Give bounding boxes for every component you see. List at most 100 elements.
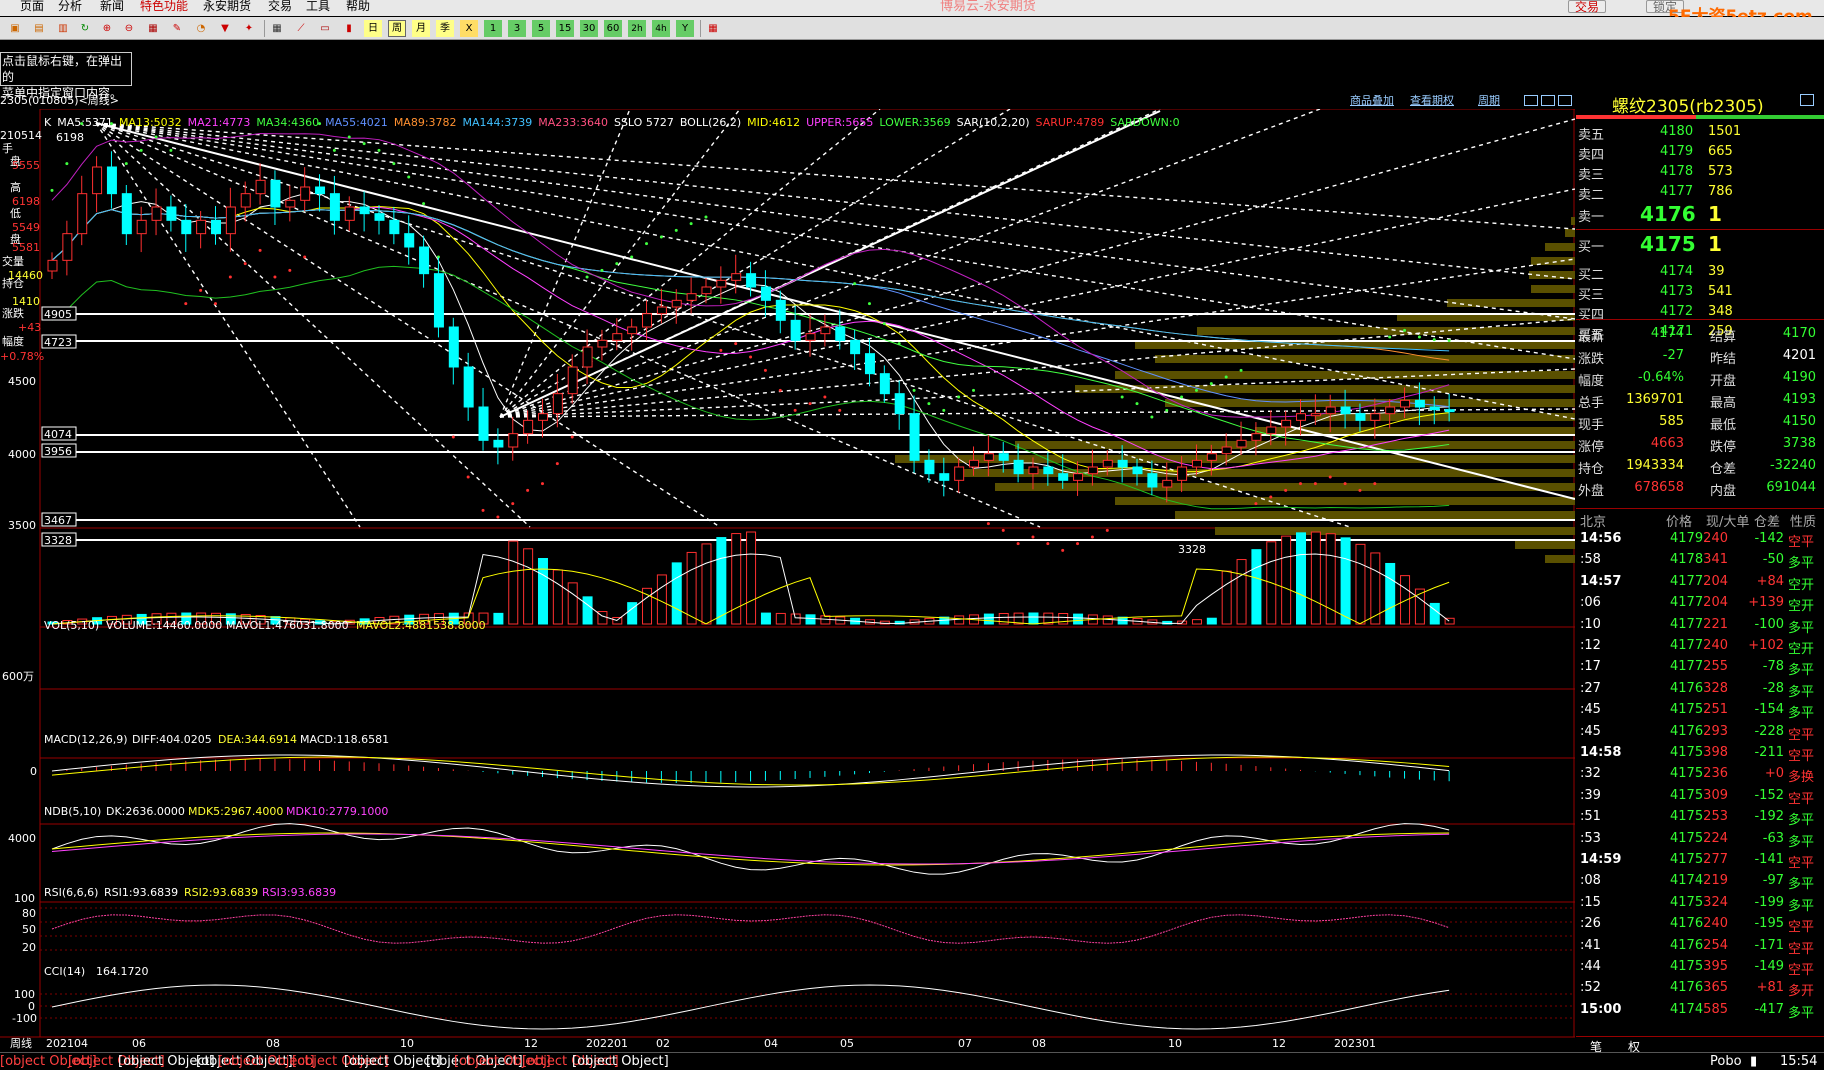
- line-icon[interactable]: ⟋: [292, 20, 310, 37]
- filter-icon[interactable]: ▼: [216, 20, 234, 37]
- candle-icon[interactable]: ▮: [340, 20, 358, 37]
- trade-row: :45 4176 293 -228 空平: [1576, 721, 1824, 743]
- ma-legend-item: MA144:3739: [463, 116, 533, 129]
- new-icon[interactable]: ✦: [240, 20, 258, 37]
- period-icon[interactable]: ▭: [316, 20, 334, 37]
- candle-body: [998, 453, 1009, 461]
- trade-price: 4174: [1670, 873, 1704, 889]
- sar-dot: [139, 148, 143, 152]
- ask-row: 卖五 4180 1501: [1576, 122, 1824, 143]
- calendar-icon[interactable]: ▦: [704, 20, 722, 37]
- period-30-button[interactable]: 30: [580, 20, 598, 37]
- period-5-button[interactable]: 5: [532, 20, 550, 37]
- refresh-icon[interactable]: ↻: [76, 20, 94, 37]
- trade-price: 4178: [1670, 552, 1704, 568]
- volume-bar: [1340, 537, 1351, 625]
- overlay-link[interactable]: 商品叠加: [1350, 94, 1394, 108]
- volume-bar: [1058, 613, 1069, 625]
- restore-icon[interactable]: [1558, 95, 1572, 106]
- candle-body: [300, 186, 311, 201]
- trade-size: 324: [1703, 894, 1728, 910]
- ask-volume: 573: [1708, 164, 1733, 179]
- home-icon[interactable]: ▣: [6, 20, 24, 37]
- window-icon[interactable]: ▦: [144, 20, 162, 37]
- trade-row: :51 4175 253 -192 多平: [1576, 806, 1824, 828]
- zoom-out-icon[interactable]: ⊖: [120, 20, 138, 37]
- candle-body: [1236, 439, 1247, 448]
- vol-y-label: 600万: [2, 670, 34, 683]
- period-1-button[interactable]: 1: [484, 20, 502, 37]
- trade-time: :58: [1580, 552, 1601, 568]
- trade-time: :45: [1580, 723, 1601, 739]
- shrink-icon[interactable]: [1524, 95, 1538, 106]
- bell-icon[interactable]: ◔: [192, 20, 210, 37]
- bid-label: 买四: [1578, 308, 1605, 323]
- chart-icon[interactable]: ▤: [30, 20, 48, 37]
- bid-volume: 348: [1708, 304, 1733, 319]
- ma-legend-item: SARDOWN:0: [1110, 116, 1179, 129]
- trade-nature: 多平: [1788, 556, 1815, 572]
- menu-help[interactable]: 帮助: [346, 0, 370, 12]
- expand-icon[interactable]: [1541, 95, 1555, 106]
- stat-value: 4190: [1782, 370, 1816, 385]
- period-y-button[interactable]: Y: [676, 20, 694, 37]
- pen-icon[interactable]: ✎: [168, 20, 186, 37]
- trade-size: 341: [1703, 552, 1728, 568]
- stat-row: 现手 585 最低 4150: [1576, 412, 1824, 433]
- fan-line: [95, 122, 1575, 280]
- period-4h-button[interactable]: 4h: [652, 20, 670, 37]
- options-link[interactable]: 查看期权: [1410, 94, 1454, 108]
- sar-dot: [184, 302, 188, 306]
- period-week-button[interactable]: 周: [388, 20, 406, 37]
- period-link[interactable]: 周期: [1478, 94, 1500, 108]
- bid-price: 4174: [1660, 264, 1694, 279]
- trade-price: 4177: [1670, 638, 1704, 653]
- left-label-5: 交量: [2, 254, 24, 268]
- menu-news[interactable]: 新闻: [100, 0, 124, 12]
- menu-page[interactable]: 页面: [20, 0, 44, 12]
- period-quarter-button[interactable]: 季: [436, 20, 454, 37]
- trade-price: 4175: [1670, 809, 1704, 825]
- chart-area[interactable]: K MA5:5371 MA13:5032 MA21:4773 MA34:4360 MA55…: [0, 109, 1575, 1052]
- news-icon[interactable]: ▥: [54, 20, 72, 37]
- ma-legend-item: MA34:4360: [256, 116, 319, 129]
- menu-yongan[interactable]: 永安期货: [203, 0, 251, 12]
- candle-body: [1073, 473, 1084, 481]
- period-month-button[interactable]: 月: [412, 20, 430, 37]
- menu-special[interactable]: 特色功能: [140, 0, 188, 12]
- candle-body: [329, 193, 340, 221]
- sar-dot: [1224, 375, 1228, 379]
- sar-dot: [704, 215, 708, 219]
- sar-dot: [1358, 488, 1362, 492]
- zoom-in-icon[interactable]: ⊕: [98, 20, 116, 37]
- sar-dot: [1031, 535, 1035, 539]
- menu-tools[interactable]: 工具: [306, 0, 330, 12]
- trade-time: :53: [1580, 830, 1601, 846]
- sar-dot: [169, 148, 173, 152]
- panel-toggle-icon[interactable]: [1800, 94, 1814, 106]
- period-x-button[interactable]: X: [460, 20, 478, 37]
- candle-body: [716, 279, 727, 288]
- sar-dot: [422, 202, 426, 206]
- menu-trade[interactable]: 交易: [268, 0, 292, 12]
- sar-dot: [228, 275, 232, 279]
- table-icon[interactable]: ▦: [268, 20, 286, 37]
- ask-price: 4178: [1660, 164, 1694, 179]
- sar-dot: [1165, 408, 1169, 412]
- bid-price: 4175: [1640, 232, 1696, 256]
- period-60-button[interactable]: 60: [604, 20, 622, 37]
- volume-bar: [1385, 562, 1396, 625]
- chart-header-row: 2305(010805)<周线> 商品叠加 查看期权 周期: [0, 94, 1575, 109]
- trade-button[interactable]: 交易: [1568, 0, 1607, 13]
- candle-body: [463, 366, 474, 408]
- trade-price: 4174: [1670, 1001, 1704, 1017]
- period-15-button[interactable]: 15: [556, 20, 574, 37]
- menu-analysis[interactable]: 分析: [58, 0, 82, 12]
- candle-body: [1221, 446, 1232, 455]
- period-2h-button[interactable]: 2h: [628, 20, 646, 37]
- trade-size: 240: [1703, 638, 1728, 653]
- period-3-button[interactable]: 3: [508, 20, 526, 37]
- period-day-button[interactable]: 日: [364, 20, 382, 37]
- candle-body: [627, 326, 638, 335]
- trade-nature: 空开: [1788, 642, 1815, 657]
